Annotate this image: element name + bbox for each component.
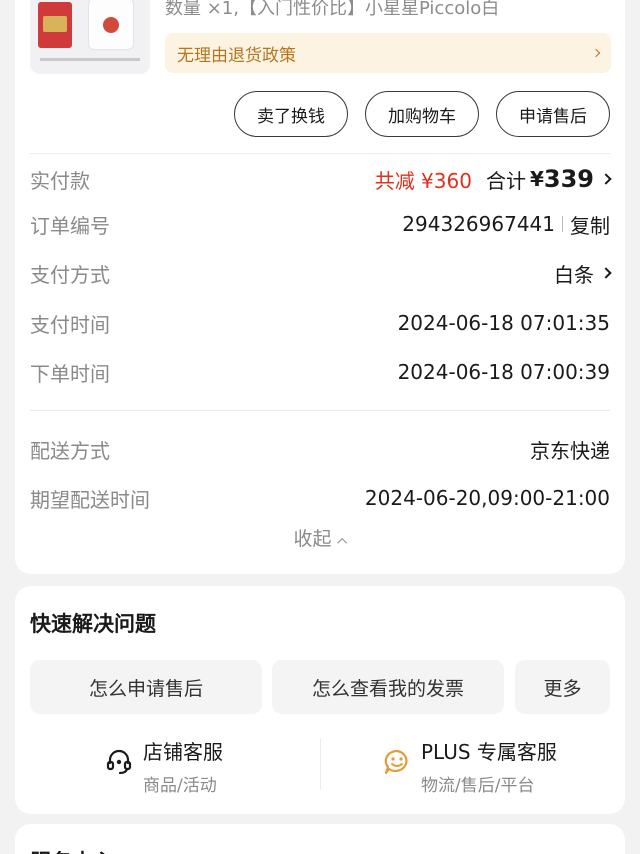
order-time-label: 下单时间 [30, 361, 110, 386]
smile-chat-icon [384, 749, 408, 775]
divider [30, 410, 610, 411]
pay-time-row: 支付时间 2024-06-18 07:01:35 [30, 308, 610, 338]
help-chip-invoice[interactable]: 怎么查看我的发票 [272, 660, 504, 714]
add-to-cart-button[interactable]: 加购物车 [365, 91, 479, 137]
plus-service-sub: 物流/售后/平台 [421, 776, 535, 796]
collapse-label: 收起 [293, 528, 332, 550]
help-chip-more[interactable]: 更多 [515, 660, 610, 714]
chevron-right-icon [591, 48, 601, 58]
store-service-entry[interactable]: 店铺客服 商品/活动 [105, 736, 223, 796]
plus-service-name: PLUS 专属客服 [421, 740, 557, 764]
chevron-right-icon [600, 173, 612, 185]
paid-label: 实付款 [30, 168, 90, 193]
divider [30, 153, 610, 154]
separator [562, 216, 563, 232]
expected-delivery-row: 期望配送时间 2024-06-20,09:00-21:00 [30, 483, 610, 513]
pay-method-row[interactable]: 支付方式 白条 [30, 258, 612, 288]
expected-delivery-label: 期望配送时间 [30, 487, 150, 512]
chevron-up-icon [336, 537, 347, 548]
order-number-label: 订单编号 [30, 213, 110, 238]
thumbnail-caption [40, 58, 140, 61]
store-service-sub: 商品/活动 [143, 776, 217, 796]
plus-service-entry[interactable]: PLUS 专属客服 物流/售后/平台 [383, 736, 557, 796]
delivery-method-value: 京东快递 [530, 438, 610, 463]
collapse-toggle[interactable]: 收起 [15, 524, 625, 551]
quick-help-card: 快速解决问题 怎么申请售后 怎么查看我的发票 更多 店铺客服 商品/活动 PLU… [15, 586, 625, 814]
pay-time-value: 2024-06-18 07:01:35 [397, 311, 610, 335]
pay-time-label: 支付时间 [30, 312, 110, 337]
delivery-method-label: 配送方式 [30, 438, 110, 463]
store-service-name: 店铺客服 [143, 740, 223, 764]
sell-button[interactable]: 卖了换钱 [234, 91, 348, 137]
return-policy-bar[interactable]: 无理由退货政策 [165, 33, 611, 73]
after-sale-button[interactable]: 申请售后 [496, 91, 610, 137]
delivery-method-row: 配送方式 京东快递 [30, 434, 610, 464]
service-center-title: 服务中心 [30, 846, 114, 854]
chevron-right-icon [600, 267, 612, 279]
capsule-box-image [38, 2, 72, 48]
help-chip-after-sale[interactable]: 怎么申请售后 [30, 660, 262, 714]
divider [320, 738, 321, 790]
total-amount: 339 [543, 165, 594, 193]
order-number-value: 294326967441 [402, 212, 555, 236]
coffee-machine-image [88, 0, 134, 50]
product-thumbnail[interactable] [30, 0, 150, 74]
return-policy-label: 无理由退货政策 [177, 45, 296, 66]
paid-summary[interactable]: 共减 ¥360 合计 ¥ 339 [374, 165, 612, 194]
service-center-card: 服务中心 [15, 824, 625, 854]
order-time-row: 下单时间 2024-06-18 07:00:39 [30, 357, 610, 387]
headset-icon [106, 749, 132, 775]
total-label: 合计 [485, 168, 526, 193]
pay-method-label: 支付方式 [30, 262, 110, 287]
currency-symbol: ¥ [529, 167, 544, 191]
product-title[interactable]: 数量 ×1,【入门性价比】小星星Piccolo白 [165, 0, 625, 20]
paid-row: 实付款 共减 ¥360 合计 ¥ 339 [30, 164, 612, 194]
copy-button[interactable]: 复制 [570, 210, 610, 239]
discount-text: 共减 ¥360 [374, 168, 472, 193]
quick-help-title: 快速解决问题 [30, 612, 156, 636]
pay-method-value: 白条 [554, 262, 594, 287]
order-time-value: 2024-06-18 07:00:39 [397, 360, 610, 384]
expected-delivery-value: 2024-06-20,09:00-21:00 [364, 486, 610, 510]
order-number-row: 订单编号 294326967441 复制 [30, 209, 610, 239]
order-detail-card: 数量 ×1,【入门性价比】小星星Piccolo白 无理由退货政策 卖了换钱 加购… [15, 0, 625, 574]
